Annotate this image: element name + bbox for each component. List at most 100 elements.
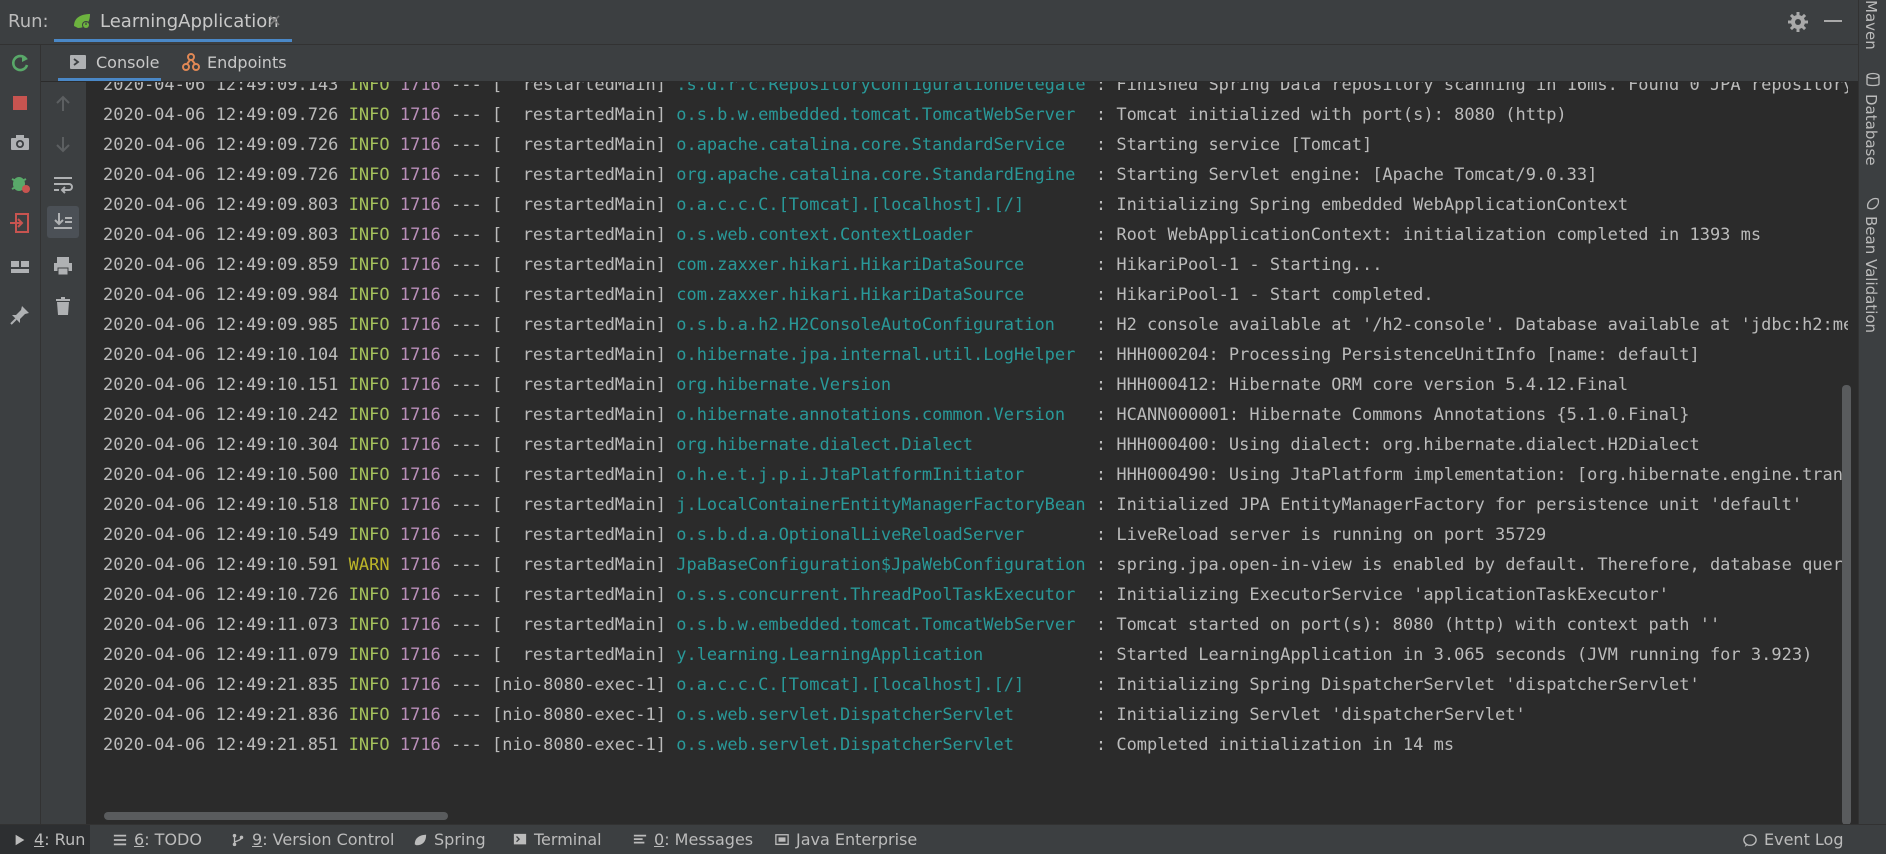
log-timestamp: 2020-04-06 12:49:10.726 bbox=[103, 585, 349, 605]
log-level: INFO bbox=[348, 285, 390, 305]
right-tool-strip: Maven Database Bean Validation bbox=[1858, 0, 1886, 824]
tab-console[interactable]: Console bbox=[58, 45, 161, 81]
log-logger: com.zaxxer.hikari.HikariDataSource bbox=[676, 285, 1096, 305]
run-toolbar: Run: LearningApplication × bbox=[0, 0, 1858, 45]
tab-endpoints[interactable]: Endpoints bbox=[173, 45, 293, 81]
soft-wrap-icon[interactable] bbox=[51, 172, 75, 196]
tool-window-label: Java Enterprise bbox=[796, 830, 918, 849]
log-message: : H2 console available at '/h2-console'.… bbox=[1095, 315, 1848, 335]
run-config-tab[interactable]: LearningApplication × bbox=[54, 0, 292, 42]
log-pid: 1716 bbox=[399, 225, 441, 245]
exit-icon[interactable] bbox=[8, 211, 32, 235]
bean-validation-tab[interactable]: Bean Validation bbox=[1862, 216, 1880, 333]
log-level: INFO bbox=[348, 525, 390, 545]
log-thread: [ restartedMain] bbox=[491, 345, 677, 365]
log-timestamp: 2020-04-06 12:49:21.851 bbox=[103, 735, 349, 755]
event-log-button[interactable]: Event Log bbox=[1742, 825, 1872, 854]
log-logger: org.hibernate.Version bbox=[676, 375, 1096, 395]
tool-window-label: : TODO bbox=[144, 830, 202, 849]
pin-icon[interactable] bbox=[8, 303, 32, 327]
tool-window-run[interactable]: 4: Run bbox=[0, 825, 90, 854]
log-pid: 1716 bbox=[399, 735, 441, 755]
log-thread: [ restartedMain] bbox=[491, 315, 677, 335]
log-pid: 1716 bbox=[399, 705, 441, 725]
tool-window-terminal[interactable]: Terminal bbox=[500, 825, 606, 854]
log-logger: .s.d.r.c.RepositoryConfigurationDelegate bbox=[676, 82, 1096, 95]
database-tab[interactable]: Database bbox=[1862, 94, 1880, 166]
log-level: INFO bbox=[348, 405, 390, 425]
log-pid: 1716 bbox=[399, 405, 441, 425]
log-level: INFO bbox=[348, 435, 390, 455]
log-timestamp: 2020-04-06 12:49:09.726 bbox=[103, 165, 349, 185]
log-level: INFO bbox=[348, 585, 390, 605]
log-pid: 1716 bbox=[399, 105, 441, 125]
rerun-icon[interactable] bbox=[8, 51, 32, 75]
log-level: INFO bbox=[348, 82, 390, 95]
log-pid: 1716 bbox=[399, 675, 441, 695]
log-pid: 1716 bbox=[399, 465, 441, 485]
log-logger: o.s.b.w.embedded.tomcat.TomcatWebServer bbox=[676, 615, 1096, 635]
log-line: 2020-04-06 12:49:10.549 INFO 1716 --- [ … bbox=[103, 525, 1547, 545]
log-pid: 1716 bbox=[399, 195, 441, 215]
tool-window-spring[interactable]: Spring bbox=[400, 825, 488, 854]
up-arrow-icon[interactable] bbox=[51, 92, 75, 116]
stop-icon[interactable] bbox=[8, 91, 32, 115]
scroll-to-end-button[interactable] bbox=[47, 206, 79, 238]
log-line: 2020-04-06 12:49:11.073 INFO 1716 --- [ … bbox=[103, 615, 1721, 635]
log-pid: 1716 bbox=[399, 82, 441, 95]
log-line: 2020-04-06 12:49:10.104 INFO 1716 --- [ … bbox=[103, 345, 1700, 365]
log-message: : HHH000412: Hibernate ORM core version … bbox=[1095, 375, 1629, 395]
log-line: 2020-04-06 12:49:10.518 INFO 1716 --- [ … bbox=[103, 495, 1803, 515]
horizontal-scrollbar[interactable] bbox=[104, 812, 448, 820]
terminal-icon bbox=[513, 833, 527, 845]
log-message: : spring.jpa.open-in-view is enabled by … bbox=[1095, 555, 1848, 575]
console-output[interactable]: 2020-04-06 12:49:09.143 INFO 1716 --- [ … bbox=[87, 82, 1848, 824]
log-line: 2020-04-06 12:49:09.984 INFO 1716 --- [ … bbox=[103, 285, 1434, 305]
maven-tab[interactable]: Maven bbox=[1862, 0, 1880, 50]
log-timestamp: 2020-04-06 12:49:10.500 bbox=[103, 465, 349, 485]
spring-icon bbox=[414, 834, 427, 846]
minimize-icon[interactable] bbox=[1824, 20, 1842, 22]
close-icon[interactable]: × bbox=[267, 10, 282, 31]
vertical-scrollbar[interactable] bbox=[1842, 385, 1851, 825]
log-thread: [nio-8080-exec-1] bbox=[491, 705, 677, 725]
log-level: INFO bbox=[348, 735, 390, 755]
log-level: INFO bbox=[348, 315, 390, 335]
tool-window-label: : Version Control bbox=[262, 830, 395, 849]
log-message: : Initialized JPA EntityManagerFactory f… bbox=[1095, 495, 1803, 515]
log-level: INFO bbox=[348, 465, 390, 485]
log-line: 2020-04-06 12:49:09.985 INFO 1716 --- [ … bbox=[103, 310, 1848, 340]
log-message: : HCANN000001: Hibernate Commons Annotat… bbox=[1095, 405, 1690, 425]
log-line: 2020-04-06 12:49:09.803 INFO 1716 --- [ … bbox=[103, 195, 1629, 215]
log-thread: [ restartedMain] bbox=[491, 435, 677, 455]
tool-window-messages[interactable]: 0: Messages bbox=[620, 825, 753, 854]
tool-window-todo[interactable]: 6: TODO bbox=[100, 825, 206, 854]
log-logger: o.a.c.c.C.[Tomcat].[localhost].[/] bbox=[676, 675, 1096, 695]
trash-icon[interactable] bbox=[51, 294, 75, 318]
log-level: INFO bbox=[348, 375, 390, 395]
log-level: INFO bbox=[348, 225, 390, 245]
console-icon bbox=[70, 55, 86, 69]
log-line: 2020-04-06 12:49:09.803 INFO 1716 --- [ … bbox=[103, 225, 1762, 245]
tool-window-label: Spring bbox=[434, 830, 486, 849]
log-timestamp: 2020-04-06 12:49:09.803 bbox=[103, 225, 349, 245]
log-line: 2020-04-06 12:49:10.500 INFO 1716 --- [ … bbox=[103, 460, 1848, 490]
tool-window-java-enterprise[interactable]: Java Enterprise bbox=[762, 825, 917, 854]
camera-icon[interactable] bbox=[8, 131, 32, 155]
debug-bug-icon[interactable] bbox=[8, 171, 32, 195]
down-arrow-icon[interactable] bbox=[51, 132, 75, 156]
log-message: : HHH000400: Using dialect: org.hibernat… bbox=[1095, 435, 1700, 455]
log-line: 2020-04-06 12:49:09.859 INFO 1716 --- [ … bbox=[103, 255, 1383, 275]
tool-window-number: 4 bbox=[34, 830, 45, 849]
gear-icon[interactable] bbox=[1784, 8, 1812, 36]
bean-validation-icon bbox=[1867, 197, 1880, 210]
log-thread: [ restartedMain] bbox=[491, 225, 677, 245]
tool-window-version-control[interactable]: 9: Version Control bbox=[218, 825, 394, 854]
java-enterprise-icon bbox=[775, 834, 789, 846]
layout-icon[interactable] bbox=[8, 255, 32, 279]
log-level: INFO bbox=[348, 675, 390, 695]
log-pid: 1716 bbox=[399, 585, 441, 605]
log-timestamp: 2020-04-06 12:49:10.151 bbox=[103, 375, 349, 395]
print-icon[interactable] bbox=[51, 254, 75, 278]
log-logger: org.apache.catalina.core.StandardEngine bbox=[676, 165, 1096, 185]
